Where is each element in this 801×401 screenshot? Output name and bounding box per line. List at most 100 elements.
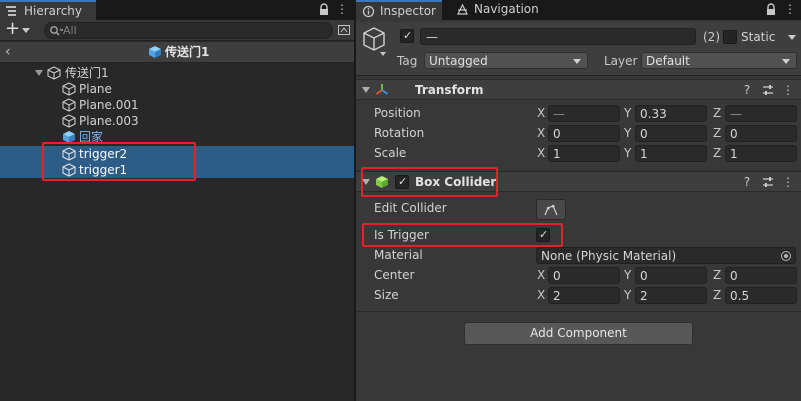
field-value: 1 bbox=[640, 147, 648, 161]
add-component-button[interactable]: Add Component bbox=[464, 322, 693, 345]
position-label: Position bbox=[374, 106, 421, 120]
size-y-field[interactable]: 2 bbox=[635, 287, 707, 304]
field-value: 0 bbox=[640, 269, 648, 283]
field-value: 2 bbox=[553, 289, 561, 303]
material-label: Material bbox=[374, 248, 423, 262]
lock-icon[interactable] bbox=[318, 3, 330, 16]
chevron-down-icon bbox=[782, 59, 790, 64]
chevron-down-icon[interactable] bbox=[788, 35, 796, 40]
chevron-down-icon[interactable] bbox=[362, 87, 370, 93]
scene-visibility-icon[interactable] bbox=[337, 23, 351, 37]
position-y-field[interactable]: 0.33 bbox=[635, 105, 707, 122]
transform-icon bbox=[375, 84, 389, 95]
tab-hierarchy[interactable]: Hierarchy bbox=[0, 0, 96, 20]
axis-z-label: Z bbox=[713, 146, 722, 160]
axis-z-label: Z bbox=[713, 268, 722, 282]
axis-x-label: X bbox=[537, 288, 546, 302]
axis-z-label: Z bbox=[713, 288, 722, 302]
create-button[interactable]: + bbox=[4, 18, 34, 39]
size-x-field[interactable]: 2 bbox=[548, 287, 620, 304]
multi-selection-count: (2) bbox=[703, 30, 720, 44]
more-icon[interactable]: ⋮ bbox=[781, 175, 795, 189]
lock-icon[interactable] bbox=[765, 3, 777, 16]
layer-label: Layer bbox=[604, 54, 638, 68]
tree-item-label: Plane.001 bbox=[79, 98, 139, 112]
active-checkbox[interactable]: ✓ bbox=[400, 29, 414, 43]
static-label: Static bbox=[741, 30, 776, 44]
object-name-field[interactable]: — bbox=[420, 28, 696, 45]
field-value: — bbox=[730, 107, 742, 121]
field-value: 0 bbox=[553, 127, 561, 141]
field-value: 1 bbox=[730, 147, 738, 161]
hierarchy-panel: Hierarchy ⋮ + ‹ 传送门1 传送门1 bbox=[0, 0, 354, 401]
chevron-down-icon[interactable] bbox=[362, 179, 370, 185]
prefab-scene-title: 传送门1 bbox=[165, 45, 210, 59]
menu-icon[interactable]: ⋮ bbox=[784, 2, 796, 17]
tree-item-label: 传送门1 bbox=[65, 66, 109, 80]
field-value: 1 bbox=[553, 147, 561, 161]
help-icon[interactable]: ? bbox=[740, 175, 754, 189]
center-y-field[interactable]: 0 bbox=[635, 267, 707, 284]
chevron-down-icon bbox=[22, 28, 30, 33]
tag-label: Tag bbox=[397, 54, 418, 68]
rotation-z-field[interactable]: 0 bbox=[725, 125, 797, 142]
settings-icon[interactable] bbox=[761, 175, 775, 189]
position-z-field[interactable]: — bbox=[725, 105, 797, 122]
field-value: 0 bbox=[730, 127, 738, 141]
tab-navigation-label: Navigation bbox=[474, 2, 539, 16]
tree-item-root[interactable]: 传送门1 bbox=[0, 65, 354, 81]
tree-item-label: 回家 bbox=[79, 130, 104, 144]
box-collider-enabled-checkbox[interactable]: ✓ bbox=[395, 175, 409, 189]
center-x-field[interactable]: 0 bbox=[548, 267, 620, 284]
back-icon[interactable]: ‹ bbox=[5, 44, 11, 60]
tree-item-plane[interactable]: Plane bbox=[0, 81, 354, 97]
tree-item-trigger2[interactable]: trigger2 bbox=[0, 146, 354, 162]
check-icon: ✓ bbox=[398, 175, 408, 188]
object-picker-icon[interactable] bbox=[781, 251, 791, 261]
chevron-down-icon[interactable] bbox=[380, 52, 386, 56]
size-row: Size X 2 Y 2 Z 0.5 bbox=[356, 286, 801, 305]
tab-navigation[interactable]: Navigation bbox=[450, 0, 550, 20]
settings-icon[interactable] bbox=[761, 83, 775, 97]
menu-icon[interactable]: ⋮ bbox=[336, 2, 348, 17]
transform-scale-row: Scale X 1 Y 1 Z 1 bbox=[356, 144, 801, 163]
tag-dropdown[interactable]: Untagged bbox=[424, 52, 588, 69]
is-trigger-checkbox[interactable]: ✓ bbox=[536, 228, 550, 242]
hierarchy-toolbar: + bbox=[0, 18, 354, 41]
edit-collider-button[interactable] bbox=[536, 199, 566, 220]
field-value: 0 bbox=[730, 269, 738, 283]
tree-item-plane-001[interactable]: Plane.001 bbox=[0, 97, 354, 113]
size-z-field[interactable]: 0.5 bbox=[725, 287, 797, 304]
rotation-x-field[interactable]: 0 bbox=[548, 125, 620, 142]
edit-collider-icon bbox=[544, 205, 558, 216]
material-field[interactable]: None (Physic Material) bbox=[536, 247, 796, 264]
transform-position-row: Position X — Y 0.33 Z — bbox=[356, 104, 801, 123]
chevron-down-icon bbox=[573, 59, 581, 64]
transform-rotation-row: Rotation X 0 Y 0 Z 0 bbox=[356, 124, 801, 143]
gameobject-icon[interactable] bbox=[361, 26, 387, 54]
help-icon[interactable]: ? bbox=[740, 83, 754, 97]
scale-z-field[interactable]: 1 bbox=[725, 145, 797, 162]
position-x-field[interactable]: — bbox=[548, 105, 620, 122]
check-icon: ✓ bbox=[539, 228, 549, 241]
rotation-y-field[interactable]: 0 bbox=[635, 125, 707, 142]
scale-x-field[interactable]: 1 bbox=[548, 145, 620, 162]
hierarchy-search[interactable] bbox=[44, 22, 333, 39]
hierarchy-search-input[interactable] bbox=[63, 23, 323, 38]
chevron-down-icon[interactable] bbox=[35, 70, 43, 76]
more-icon[interactable]: ⋮ bbox=[781, 83, 795, 97]
prefab-icon bbox=[63, 131, 75, 143]
tree-item-plane-003[interactable]: Plane.003 bbox=[0, 113, 354, 129]
layer-dropdown[interactable]: Default bbox=[641, 52, 797, 69]
scale-y-field[interactable]: 1 bbox=[635, 145, 707, 162]
center-z-field[interactable]: 0 bbox=[725, 267, 797, 284]
plus-icon: + bbox=[5, 18, 21, 39]
tab-inspector[interactable]: Inspector bbox=[356, 0, 442, 20]
box-collider-header[interactable]: ✓ Box Collider ? ⋮ bbox=[356, 171, 801, 192]
axis-y-label: Y bbox=[624, 146, 632, 160]
tree-item-huijia[interactable]: 回家 bbox=[0, 129, 354, 145]
tree-item-trigger1[interactable]: trigger1 bbox=[0, 162, 354, 178]
tab-inspector-label: Inspector bbox=[380, 4, 436, 18]
static-checkbox[interactable] bbox=[723, 30, 737, 44]
transform-header[interactable]: Transform ? ⋮ bbox=[356, 79, 801, 100]
